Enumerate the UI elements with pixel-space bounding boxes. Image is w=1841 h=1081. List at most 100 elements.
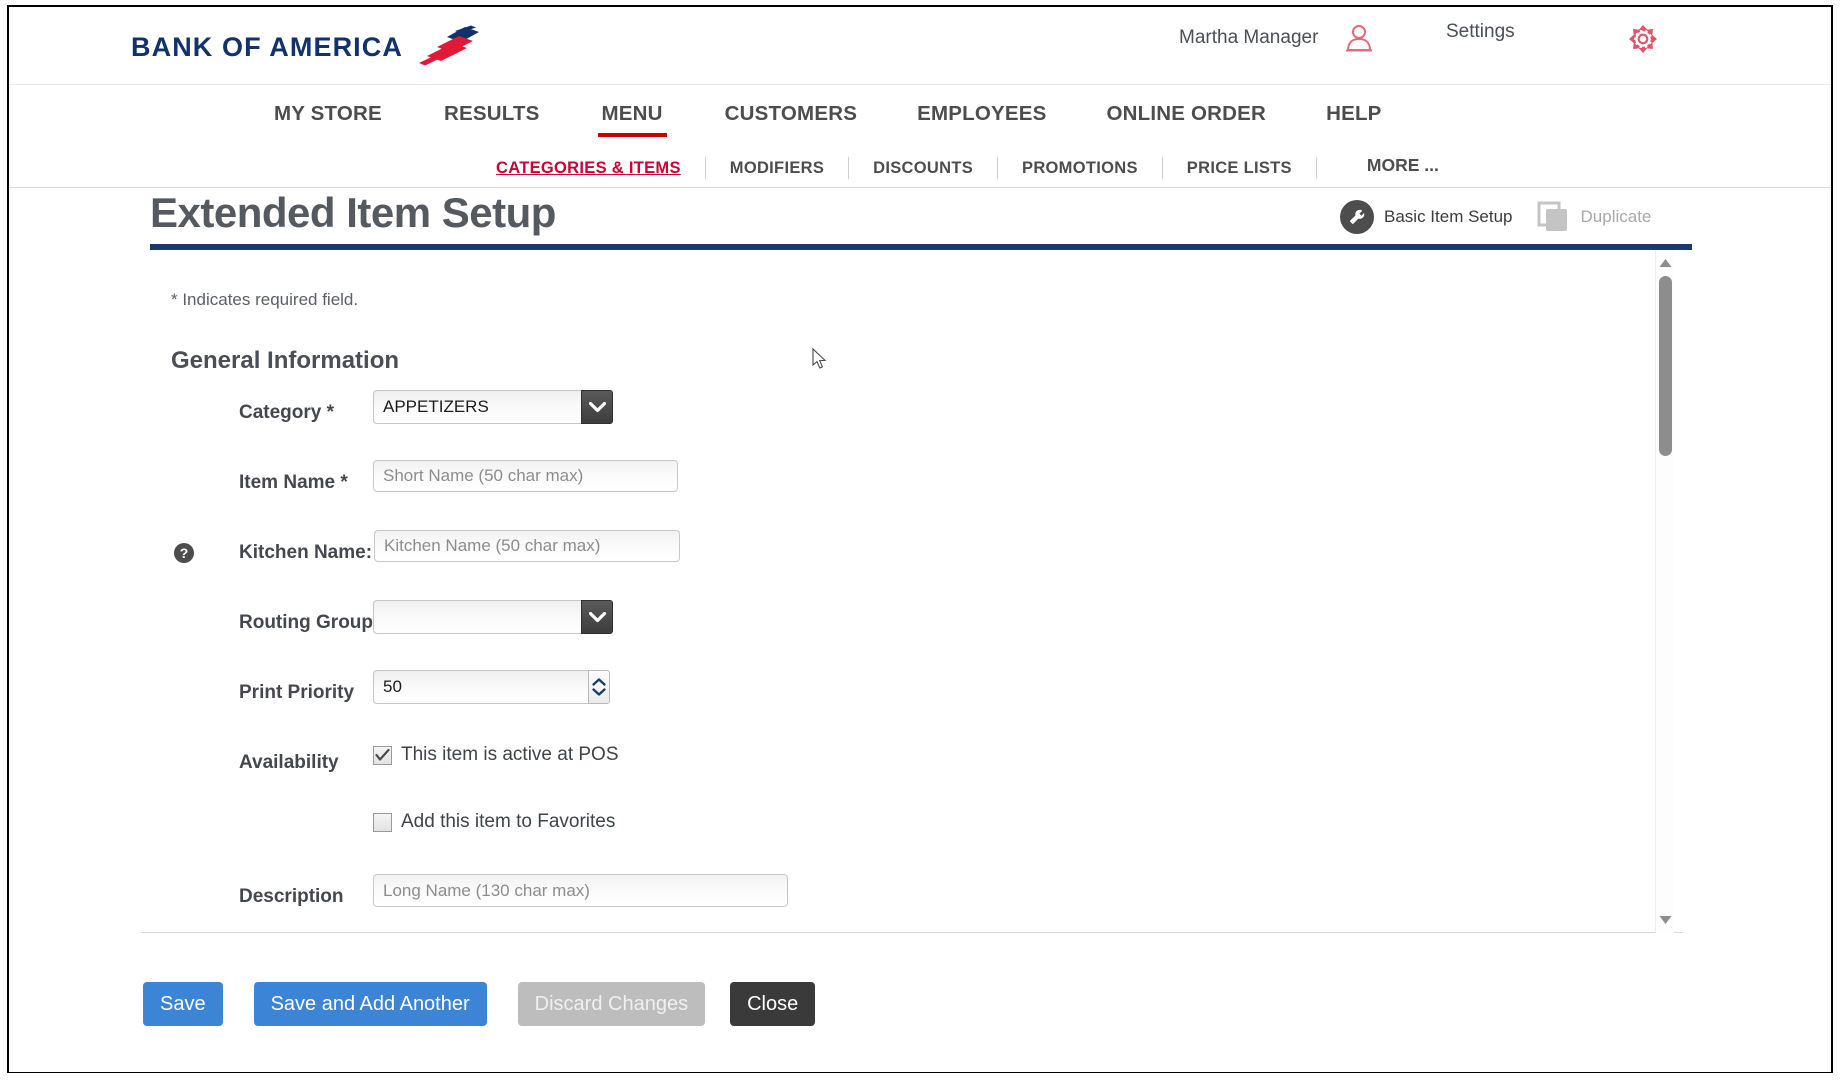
category-field-cell: APPETIZERS xyxy=(373,390,613,424)
subnav-divider xyxy=(1315,157,1317,179)
category-select-value[interactable]: APPETIZERS xyxy=(373,390,581,424)
add-to-favorites-checkbox[interactable] xyxy=(373,812,392,832)
subnav-divider xyxy=(997,157,999,179)
print-priority-spin-buttons[interactable] xyxy=(588,670,610,704)
scrollbar-thumb[interactable] xyxy=(1659,276,1672,456)
duplicate-icon xyxy=(1537,201,1567,231)
active-at-pos-checkbox-row[interactable]: This item is active at POS xyxy=(373,744,619,766)
form-row-availability: Availability This item is active at POS xyxy=(141,740,1683,810)
nav-item-my-store[interactable]: MY STORE xyxy=(274,86,382,140)
nav-item-customers[interactable]: CUSTOMERS xyxy=(725,86,857,140)
item-name-label: Item Name * xyxy=(239,472,348,493)
chevron-down-icon[interactable] xyxy=(581,600,613,634)
availability-label: Availability xyxy=(239,752,339,773)
chevron-down-icon[interactable] xyxy=(581,390,613,424)
settings-label: Settings xyxy=(1446,21,1515,42)
subnav-item-categories-and-items[interactable]: CATEGORIES & ITEMS xyxy=(496,159,681,178)
form-row-item-name: Item Name * xyxy=(141,460,1683,530)
nav-item-results[interactable]: RESULTS xyxy=(444,86,540,140)
user-name-label: Martha Manager xyxy=(1179,27,1319,48)
item-name-field-cell xyxy=(373,460,678,492)
spinner-down-icon[interactable] xyxy=(592,688,606,696)
nav-item-employees[interactable]: EMPLOYEES xyxy=(917,86,1046,140)
basic-item-setup-button[interactable]: Basic Item Setup xyxy=(1340,200,1513,234)
user-icon[interactable] xyxy=(1342,21,1376,55)
form-scrollbar[interactable] xyxy=(1655,250,1674,933)
active-at-pos-label: This item is active at POS xyxy=(401,744,619,765)
routing-group-select-value[interactable] xyxy=(373,600,581,634)
add-to-favorites-label: Add this item to Favorites xyxy=(401,811,616,832)
mouse-cursor xyxy=(812,348,827,369)
duplicate-label: Duplicate xyxy=(1580,207,1652,226)
form-row-routing-group: Routing Group xyxy=(141,600,1683,670)
settings-link[interactable]: Settings xyxy=(1446,21,1515,43)
gear-icon[interactable] xyxy=(1628,24,1658,54)
form-row-description: Description xyxy=(141,874,1683,932)
bank-of-america-logo[interactable]: BANK OF AMERICA xyxy=(131,25,483,69)
active-at-pos-checkbox[interactable] xyxy=(373,745,392,765)
subnav-divider xyxy=(704,157,706,179)
bofa-flag-icon xyxy=(419,25,479,66)
nav-item-help[interactable]: HELP xyxy=(1326,86,1381,140)
duplicate-button[interactable]: Duplicate xyxy=(1537,200,1652,234)
required-field-note: * Indicates required field. xyxy=(171,290,359,309)
page-title-actions: Basic Item Setup Duplicate xyxy=(1340,200,1651,234)
form-scroll-area: * Indicates required field. General Info… xyxy=(141,250,1683,933)
subnav-item-promotions[interactable]: PROMOTIONS xyxy=(1022,159,1138,178)
subnav-item-discounts[interactable]: DISCOUNTS xyxy=(873,159,973,178)
save-button[interactable]: Save xyxy=(143,982,223,1026)
form-row-print-priority: Print Priority 50 xyxy=(141,670,1683,740)
subnav-item-price-lists[interactable]: PRICE LISTS xyxy=(1187,159,1292,178)
wrench-icon xyxy=(1340,200,1374,234)
subnav-divider xyxy=(1161,157,1163,179)
routing-group-label: Routing Group xyxy=(239,612,374,633)
kitchen-name-input[interactable] xyxy=(374,530,680,562)
section-title-general-information: General Information xyxy=(171,347,400,374)
app-window: BANK OF AMERICA Martha Manager Settings xyxy=(0,0,1841,1081)
description-label: Description xyxy=(239,886,344,907)
favorites-field-cell: Add this item to Favorites xyxy=(373,811,615,833)
item-name-input[interactable] xyxy=(373,460,678,492)
kitchen-name-label: Kitchen Name: xyxy=(239,542,373,563)
form-row-category: Category * APPETIZERS xyxy=(141,390,1683,460)
main-navigation: MY STORE RESULTS MENU CUSTOMERS EMPLOYEE… xyxy=(9,86,1831,148)
top-header-bar: BANK OF AMERICA Martha Manager Settings xyxy=(9,7,1831,85)
print-priority-stepper[interactable]: 50 xyxy=(373,670,610,704)
kitchen-name-field-cell xyxy=(374,530,680,562)
print-priority-label: Print Priority xyxy=(239,682,355,703)
print-priority-value[interactable]: 50 xyxy=(373,670,588,704)
subnav-divider xyxy=(848,157,850,179)
sub-navigation: CATEGORIES & ITEMS MODIFIERS DISCOUNTS P… xyxy=(9,148,1831,188)
print-priority-field-cell: 50 xyxy=(373,670,610,704)
check-icon xyxy=(375,748,390,761)
nav-item-menu[interactable]: MENU xyxy=(597,86,667,140)
routing-group-select[interactable] xyxy=(373,600,613,634)
user-menu[interactable]: Martha Manager xyxy=(1179,21,1376,55)
scroll-down-icon[interactable] xyxy=(1659,915,1672,925)
category-select[interactable]: APPETIZERS xyxy=(373,390,613,424)
form-row-favorites: Add this item to Favorites xyxy=(141,810,1683,874)
subnav-item-more[interactable]: MORE ... xyxy=(1367,155,1439,176)
logo-text: BANK OF AMERICA xyxy=(131,31,403,62)
category-label: Category * xyxy=(239,402,335,423)
save-and-add-another-button[interactable]: Save and Add Another xyxy=(253,982,487,1026)
footer-buttons: Save Save and Add Another Discard Change… xyxy=(143,982,816,1026)
availability-field-cell: This item is active at POS xyxy=(373,744,619,766)
close-button[interactable]: Close xyxy=(730,982,816,1026)
discard-changes-button[interactable]: Discard Changes xyxy=(517,982,706,1026)
general-information-form: Category * APPETIZERS Item Name * Short … xyxy=(141,390,1683,932)
scroll-up-icon[interactable] xyxy=(1659,258,1672,268)
main-nav-items: MY STORE RESULTS MENU CUSTOMERS EMPLOYEE… xyxy=(274,86,1382,140)
basic-item-setup-label: Basic Item Setup xyxy=(1384,207,1513,226)
subnav-item-modifiers[interactable]: MODIFIERS xyxy=(730,159,824,178)
add-to-favorites-checkbox-row[interactable]: Add this item to Favorites xyxy=(373,811,615,833)
spinner-up-icon[interactable] xyxy=(592,678,606,686)
description-input[interactable] xyxy=(373,874,788,907)
page-title: Extended Item Setup xyxy=(150,189,556,236)
description-field-cell xyxy=(373,874,788,907)
footer-action-bar: Save Save and Add Another Discard Change… xyxy=(9,960,1831,1072)
routing-group-field-cell xyxy=(373,600,613,634)
nav-item-online-order[interactable]: ONLINE ORDER xyxy=(1106,86,1266,140)
form-row-kitchen-name: ? Kitchen Name: xyxy=(141,530,1683,600)
sub-nav-items: CATEGORIES & ITEMS MODIFIERS DISCOUNTS P… xyxy=(496,148,1439,188)
